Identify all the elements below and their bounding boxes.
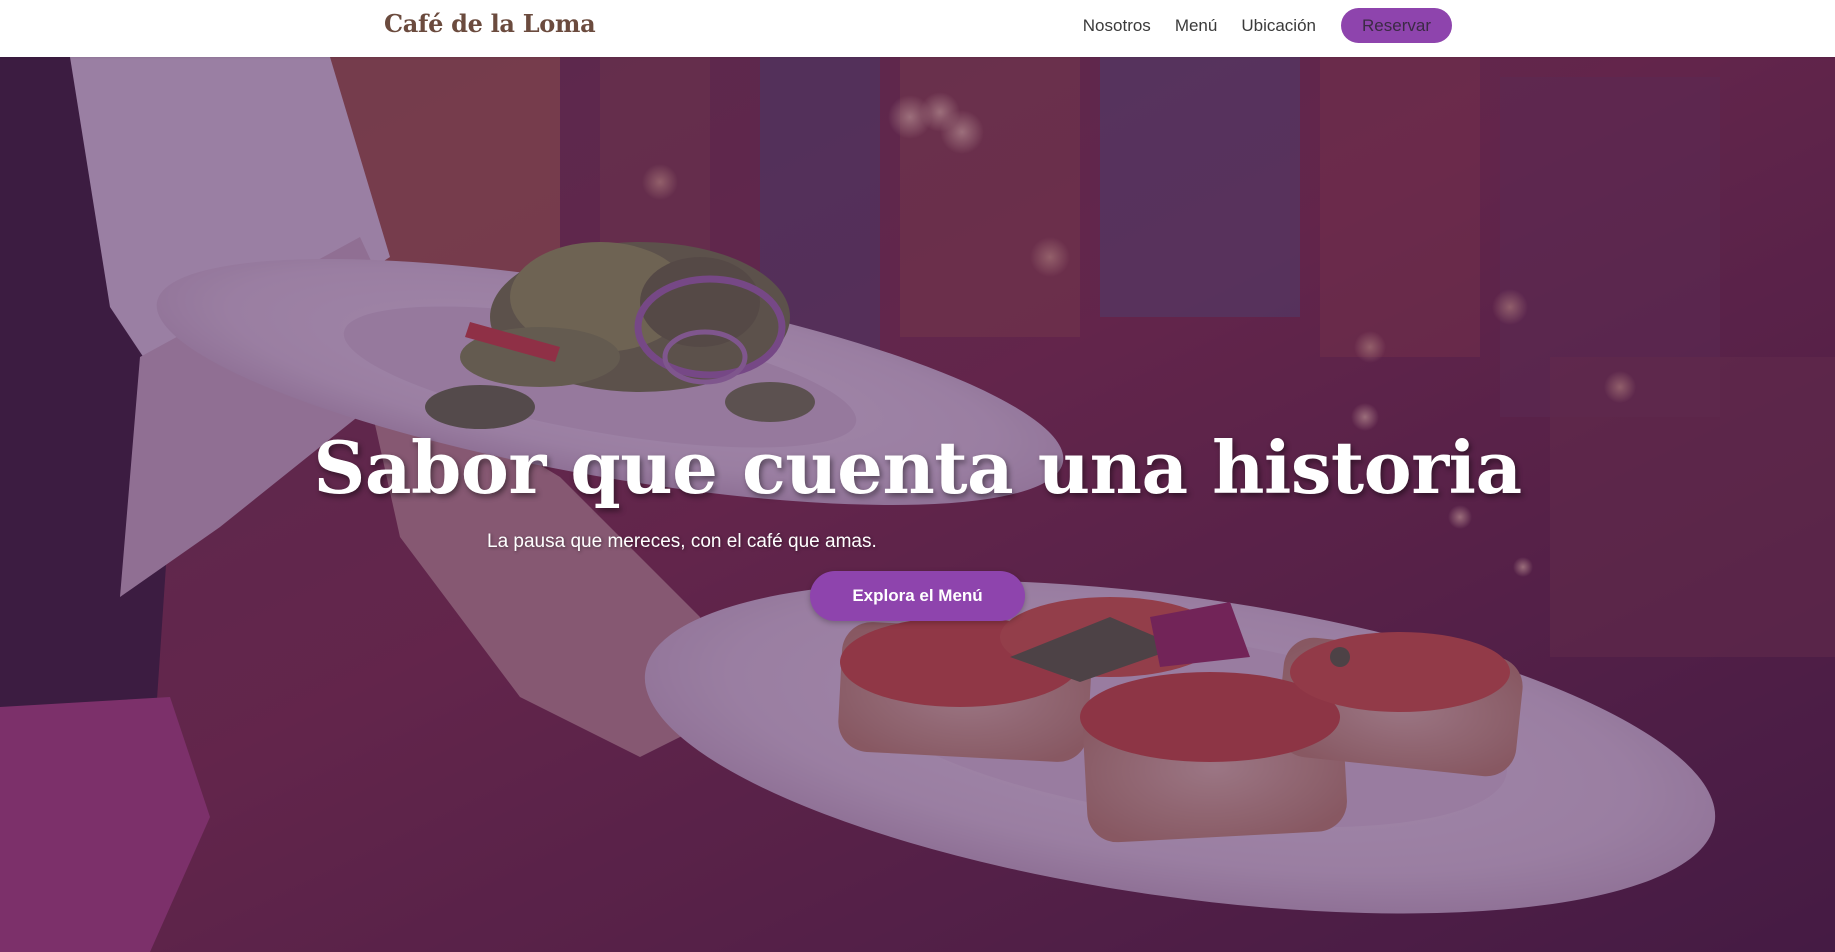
site-header: Café de la Loma Nosotros Menú Ubicación … xyxy=(0,0,1835,57)
brand-logo[interactable]: Café de la Loma xyxy=(384,9,596,38)
hero-title: Sabor que cuenta una historia xyxy=(313,425,1522,510)
nav-link-ubicacion[interactable]: Ubicación xyxy=(1241,16,1316,36)
hero-section: Sabor que cuenta una historia La pausa q… xyxy=(0,57,1835,952)
hero-subtitle: La pausa que mereces, con el café que am… xyxy=(487,531,877,552)
nav-link-nosotros[interactable]: Nosotros xyxy=(1083,16,1151,36)
explore-menu-button[interactable]: Explora el Menú xyxy=(810,571,1025,621)
nav-link-menu[interactable]: Menú xyxy=(1175,16,1218,36)
reserve-button[interactable]: Reservar xyxy=(1341,8,1452,43)
main-nav: Nosotros Menú Ubicación Reservar xyxy=(1083,8,1452,43)
